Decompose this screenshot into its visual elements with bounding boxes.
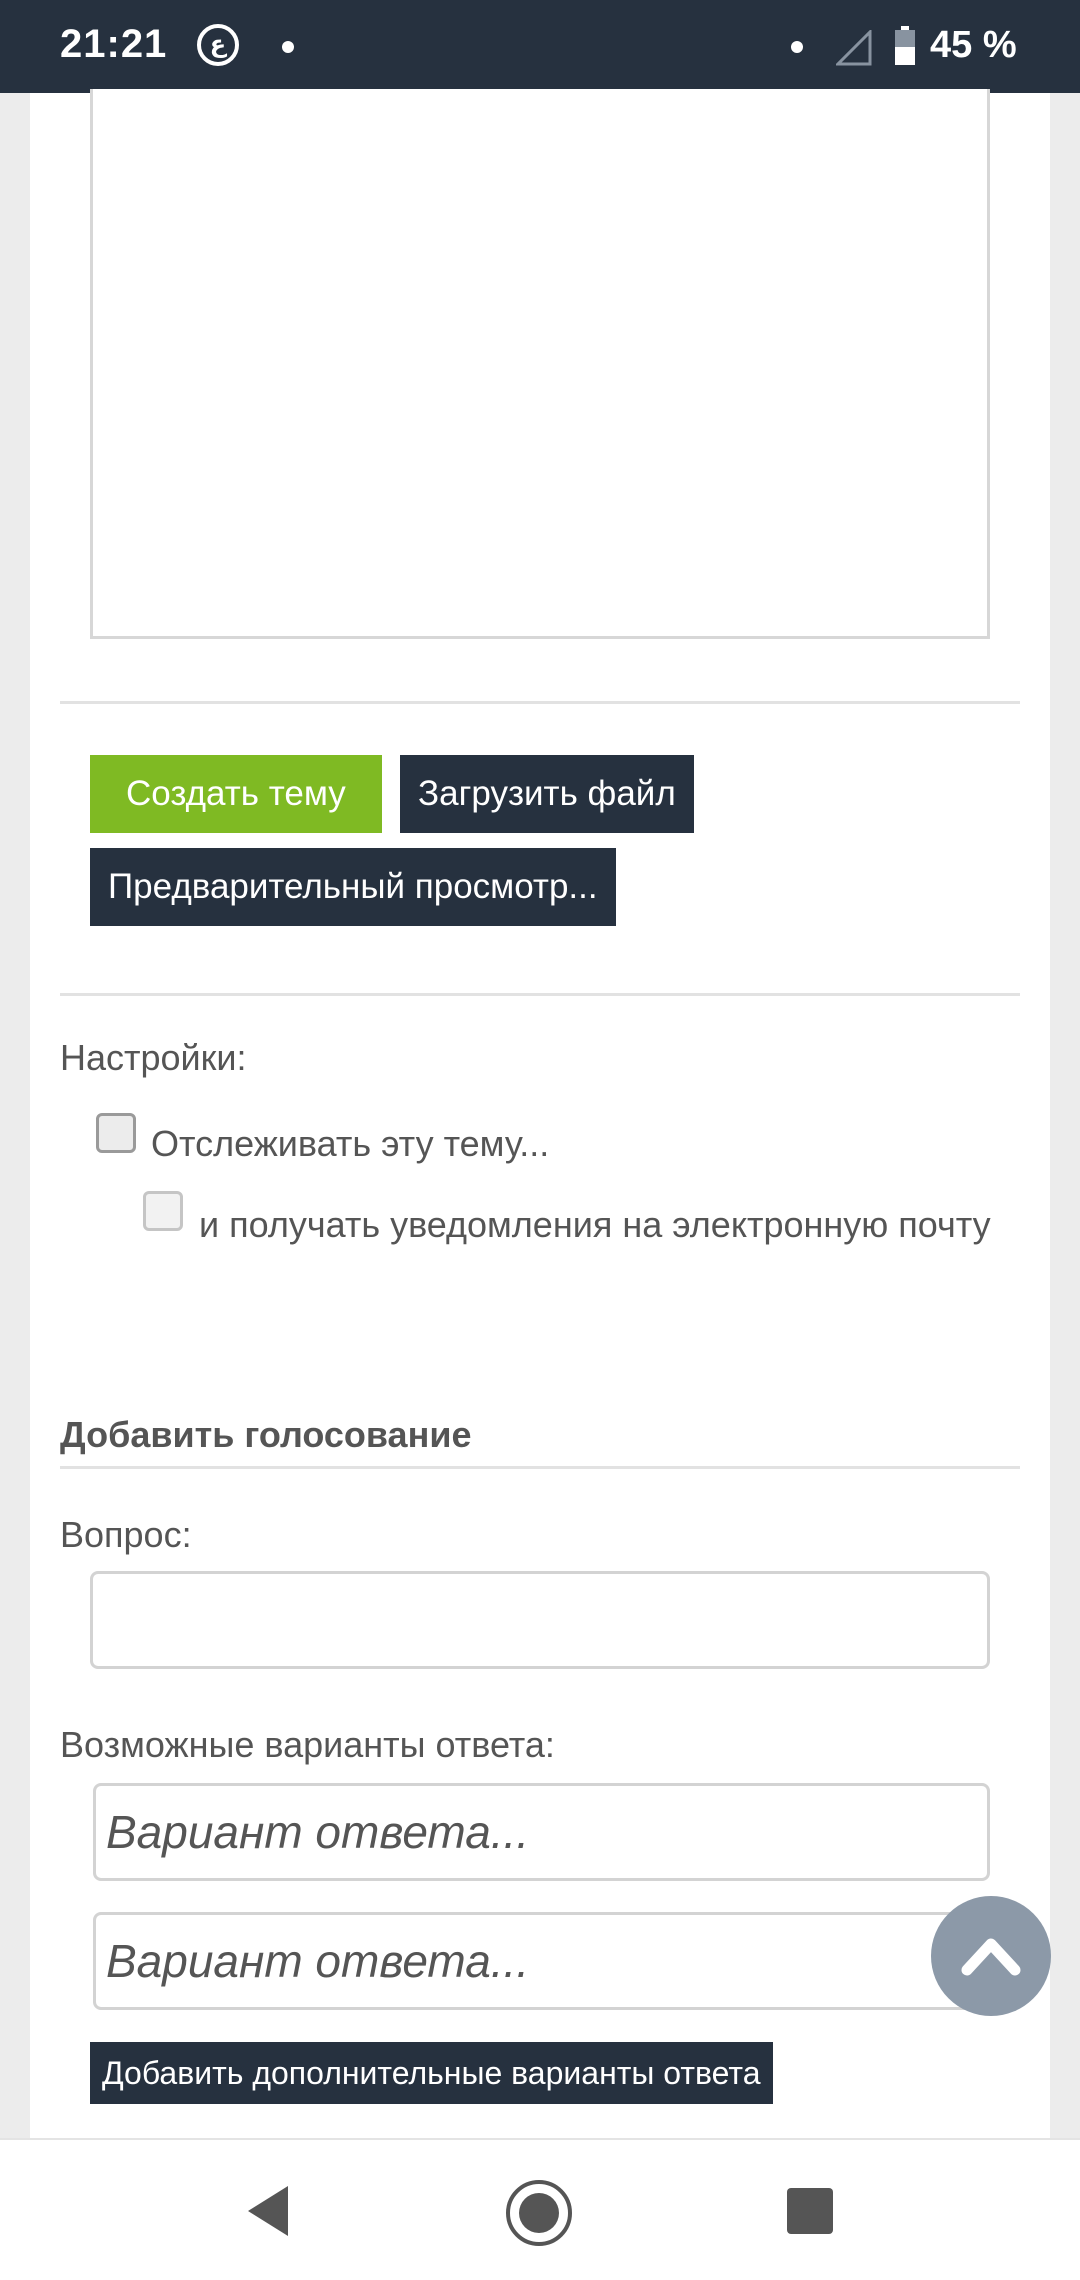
notification-app-icon: ع — [197, 24, 239, 66]
email-notify-label-text: и получать уведомления на электронную по… — [199, 1204, 991, 1245]
home-circle-inner — [519, 2193, 559, 2233]
question-label: Вопрос: — [60, 1514, 192, 1555]
add-poll-title: Добавить голосование — [60, 1414, 472, 1455]
content-card: Создать тему Загрузить файл Предваритель… — [30, 89, 1050, 2138]
battery-percentage: 45 % — [930, 24, 1017, 66]
status-time: 21:21 — [60, 22, 168, 66]
back-triangle-icon[interactable] — [246, 2184, 290, 2238]
status-dot-icon — [791, 41, 803, 53]
settings-label: Настройки: — [60, 1037, 247, 1078]
divider — [60, 1466, 1020, 1469]
chevron-up-icon — [961, 1938, 1021, 1976]
home-circle-icon[interactable] — [506, 2180, 572, 2246]
watch-topic-checkbox[interactable] — [96, 1113, 136, 1153]
scroll-top-button[interactable] — [931, 1896, 1051, 2016]
create-topic-button[interactable]: Создать тему — [90, 755, 382, 833]
question-input[interactable] — [90, 1571, 990, 1669]
divider — [60, 701, 1020, 704]
message-editor[interactable] — [90, 89, 990, 639]
add-more-options-button[interactable]: Добавить дополнительные варианты ответа — [90, 2042, 773, 2104]
upload-file-button[interactable]: Загрузить файл — [400, 755, 694, 833]
answer-option-input-1[interactable] — [93, 1783, 990, 1881]
preview-button[interactable]: Предварительный просмотр... — [90, 848, 616, 926]
answer-options-label: Возможные варианты ответа: — [60, 1724, 555, 1765]
signal-icon — [836, 30, 872, 66]
system-nav-bar — [0, 2138, 1080, 2280]
divider — [60, 993, 1020, 996]
status-bar: 21:21 ع 45 % — [0, 0, 1080, 93]
recents-square-icon[interactable] — [787, 2188, 833, 2234]
watch-topic-label: Отслеживать эту тему... — [151, 1123, 550, 1164]
notification-dot-icon — [282, 41, 294, 53]
answer-option-input-2[interactable] — [93, 1912, 990, 2010]
email-notify-label: и получать уведомления на электронную по… — [199, 1201, 999, 1249]
battery-icon — [895, 26, 915, 65]
